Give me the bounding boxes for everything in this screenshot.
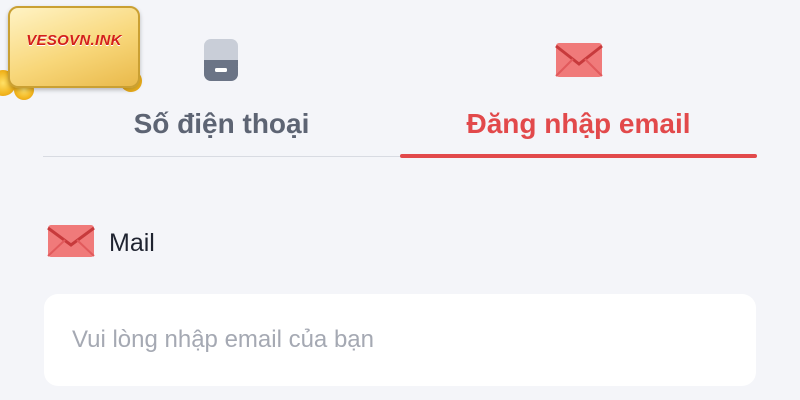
email-field-label: Mail	[109, 228, 155, 257]
email-field-label-row: Mail	[47, 224, 155, 263]
tab-email-login-label: Đăng nhập email	[466, 108, 691, 139]
login-method-tabs: Số điện thoại Đăng nhập email	[43, 0, 758, 158]
email-input[interactable]	[44, 294, 756, 386]
tab-phone-number[interactable]: Số điện thoại	[43, 0, 400, 158]
envelope-icon	[555, 42, 603, 83]
tab-phone-number-label: Số điện thoại	[133, 108, 310, 139]
tab-underline	[43, 156, 400, 157]
tab-email-login[interactable]: Đăng nhập email	[400, 0, 757, 158]
sim-card-icon	[203, 38, 239, 87]
envelope-icon	[47, 224, 95, 263]
tab-active-indicator	[400, 154, 757, 158]
